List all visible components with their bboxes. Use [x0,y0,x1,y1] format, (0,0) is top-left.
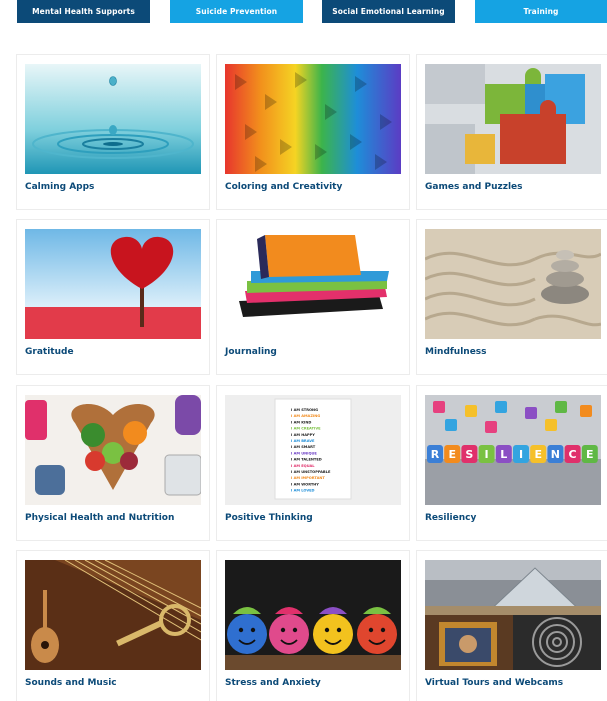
top-nav: Mental Health Supports Suicide Preventio… [0,0,607,23]
card-sounds-and-music[interactable]: Sounds and Music [16,550,210,701]
poster-line: I AM UNIQUE [291,451,317,455]
tab-suicide-prevention[interactable]: Suicide Prevention [170,0,303,23]
tab-training[interactable]: Training [475,0,607,23]
journaling-image [225,229,401,339]
card-calming-apps[interactable]: Calming Apps [16,54,210,210]
poster-line: I AM SMART [291,445,316,449]
poster-line: I AM UNSTOPPABLE [291,470,331,474]
card-title: Physical Health and Nutrition [25,513,175,523]
card-stress-and-anxiety[interactable]: Stress and Anxiety [216,550,410,701]
card-title: Gratitude [25,347,74,357]
card-resiliency[interactable]: RESILIENCE Resiliency [416,385,607,541]
card-positive-thinking[interactable]: I AM STRONG I AM AMAZING I AM KIND I AM CRE… [216,385,410,541]
card-title: Positive Thinking [225,513,313,523]
positive-thinking-image: I AM STRONG I AM AMAZING I AM KIND I AM CRE… [225,395,401,505]
games-and-puzzles-image [425,64,601,174]
letter-block-label: I [485,448,489,461]
tab-social-emotional-learning[interactable]: Social Emotional Learning [322,0,455,23]
letter-block-label: E [586,448,594,461]
card-virtual-tours-and-webcams[interactable]: Virtual Tours and Webcams [416,550,607,701]
letter-block-label: L [500,448,507,461]
card-title: Mindfulness [425,347,487,357]
poster-line: I AM IMPORTANT [291,476,325,480]
poster-line: I AM AMAZING [291,414,320,418]
poster-line: I AM STRONG [291,408,318,412]
letter-block-label: I [519,448,523,461]
letter-block-label: E [534,448,542,461]
card-physical-health-and-nutrition[interactable]: Physical Health and Nutrition [16,385,210,541]
coloring-and-creativity-image [225,64,401,174]
poster-line: I AM EQUAL [291,464,315,468]
card-title: Calming Apps [25,182,95,192]
card-title: Stress and Anxiety [225,678,321,688]
card-gratitude[interactable]: Gratitude [16,219,210,375]
mindfulness-image [425,229,601,339]
card-title: Resiliency [425,513,477,523]
card-coloring-and-creativity[interactable]: Coloring and Creativity [216,54,410,210]
card-mindfulness[interactable]: Mindfulness [416,219,607,375]
letter-block-label: C [569,448,577,461]
card-title: Coloring and Creativity [225,182,343,192]
gratitude-image [25,229,201,339]
letter-block-label: E [448,448,456,461]
letter-block-label: R [431,448,440,461]
card-journaling[interactable]: Journaling [216,219,410,375]
poster-line: I AM KIND [291,420,311,424]
card-title: Sounds and Music [25,678,117,688]
letter-block-label: N [551,448,560,461]
card-title: Games and Puzzles [425,182,523,192]
virtual-tours-and-webcams-image [425,560,601,670]
tab-mental-health-supports[interactable]: Mental Health Supports [17,0,150,23]
poster-line: I AM LOVED [291,489,315,493]
poster-line: I AM TALENTED [291,458,322,462]
poster-line: I AM WORTHY [291,482,319,486]
poster-line: I AM HAPPY [291,433,315,437]
card-title: Virtual Tours and Webcams [425,678,564,688]
physical-health-and-nutrition-image [25,395,201,505]
poster-line: I AM CREATIVE [291,427,321,431]
card-games-and-puzzles[interactable]: Games and Puzzles [416,54,607,210]
letter-block-label: S [465,448,473,461]
sounds-and-music-image [25,560,201,670]
calming-apps-image [25,64,201,174]
stress-and-anxiety-image [225,560,401,670]
poster-line: I AM BRAVE [291,439,315,443]
resiliency-image: RESILIENCE [425,395,601,505]
card-title: Journaling [225,347,277,357]
